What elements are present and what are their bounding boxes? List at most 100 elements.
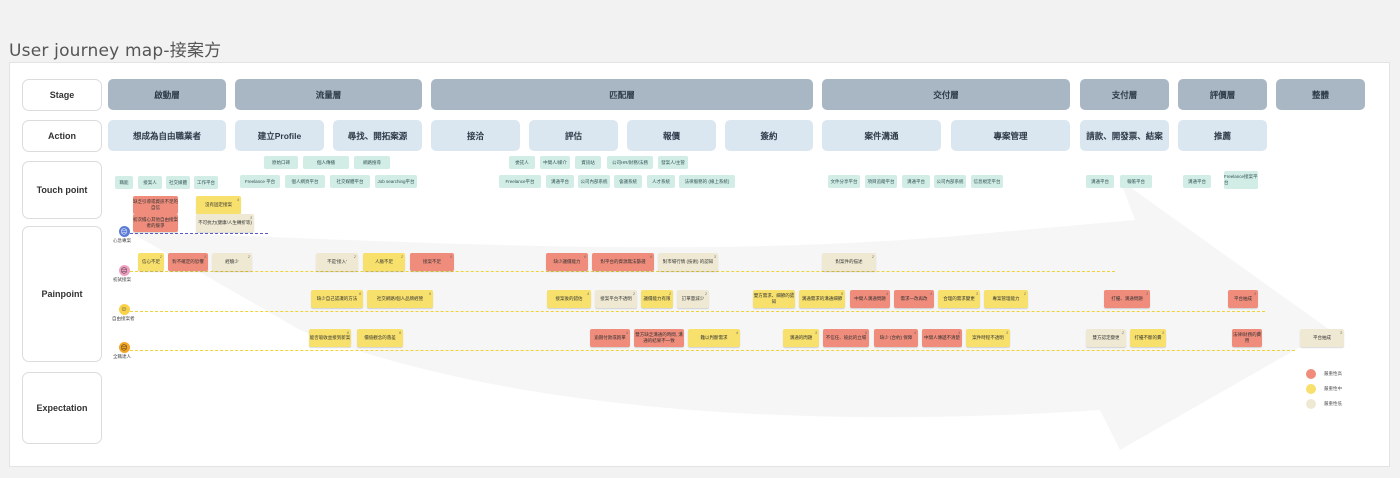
row-label-expectation: Expectation — [22, 372, 102, 444]
touchpoint: 報帳平台 — [1120, 175, 1152, 188]
action-evaluate: 評估 — [529, 120, 618, 151]
touchpoint: 職能 — [115, 176, 133, 189]
persona: ☹ 初試接案 — [113, 265, 132, 283]
persona-line — [130, 271, 1115, 272]
touchpoint: Freelance 平台 — [240, 175, 280, 188]
row-label-touchpoint: Touch point — [22, 161, 102, 219]
sticky-note: 缺少議價能力 6 — [546, 253, 588, 271]
touchpoint: 公司內部系統 — [578, 175, 610, 188]
stage-start: 啟動層 — [108, 79, 226, 110]
touchpoint: 發案人/主管 — [658, 156, 688, 169]
journey-arrow-background — [130, 180, 1330, 450]
touchpoint: 公司HR/財務/法務 — [607, 156, 653, 169]
touchpoint: 工作平台 — [194, 176, 218, 189]
stage-review: 評價層 — [1178, 79, 1267, 110]
stage-traffic: 流量層 — [235, 79, 422, 110]
touchpoint: 委託人 — [509, 156, 535, 169]
persona: ☹ 全職達人 — [113, 342, 132, 360]
sticky-note: 雙方缺乏溝通的時間, 溝通的結果不一致 4 — [634, 329, 684, 347]
sticky-note: 訂單量減少 2 — [677, 290, 709, 308]
sticky-note: 打擾、溝通問題 3 — [1104, 290, 1150, 308]
action-project-mgmt: 專案管理 — [951, 120, 1070, 151]
sticky-note: 難以判斷需求 4 — [688, 329, 740, 347]
stage-delivery: 交付層 — [822, 79, 1070, 110]
sticky-note: 對案件的描述 2 — [822, 253, 876, 271]
sticky-note: 平台抽成 3 — [1300, 329, 1344, 347]
sticky-note: 逾期付款或跑單 4 — [590, 329, 630, 347]
action-contact: 接洽 — [431, 120, 520, 151]
legend-dot — [1306, 384, 1316, 394]
sticky-note: 溝通需求的溝通細節 5 — [799, 290, 845, 308]
persona-line — [130, 350, 1295, 351]
touchpoint: Freelance接案平台 — [1224, 171, 1258, 189]
stage-payment: 支付層 — [1080, 79, 1169, 110]
sticky-note: 信心不足 2 — [138, 253, 164, 271]
touchpoint: Freelance平台 — [499, 175, 541, 188]
legend-dot — [1306, 369, 1316, 379]
touchpoint: 個人傳播 — [303, 156, 349, 169]
worried-face-icon: ☹ — [118, 226, 130, 237]
sticky-note: 能否吸收並接到新案 6 — [309, 329, 351, 347]
sticky-note: 人脈不足 2 — [363, 253, 405, 271]
sticky-note: 需求一改再改 4 — [894, 290, 934, 308]
action-communicate: 案件溝通 — [822, 120, 941, 151]
sticky-note: 價值觀念的落差 6 — [357, 329, 403, 347]
touchpoint: 文件分享平台 — [828, 175, 860, 188]
touchpoint: 溝通平台 — [902, 175, 930, 188]
persona: ☺ 自由接案者 — [112, 304, 135, 321]
legend-item: 嚴重性高 — [1306, 369, 1342, 379]
sticky-note: 法律/財務的費用 3 — [1232, 329, 1262, 347]
legend-item: 嚴重性中 — [1306, 384, 1342, 394]
action-invoice: 請款、開發票、結案 — [1080, 120, 1169, 151]
sticky-note: 沒有固定接案 4 — [196, 196, 241, 214]
sticky-note: 接案不足 5 — [410, 253, 454, 271]
action-quote: 報價 — [627, 120, 716, 151]
action-build-profile: 建立Profile — [235, 120, 324, 151]
row-label-action: Action — [22, 120, 102, 152]
action-become-freelancer: 想成為自由職業者 — [108, 120, 226, 151]
sticky-note: 議價能力有限 2 — [641, 290, 673, 308]
touchpoint: 人才系統 — [647, 175, 675, 188]
touchpoint: 社交媒體 — [166, 176, 190, 189]
sticky-note: 專案管理能力 2 — [984, 290, 1028, 308]
sticky-note: 對平台的資源無法篩選 6 — [592, 253, 654, 271]
legend-item: 嚴重性低 — [1306, 399, 1342, 409]
sticky-note: 缺乏引導或資訊不足的自信 5 — [133, 196, 178, 214]
touchpoint: 公司內部系統 — [934, 175, 966, 188]
scared-face-icon: ☹ — [118, 265, 130, 276]
sticky-note: 初次擔心其他自由接案者的競爭 3 — [133, 214, 178, 232]
sticky-note: 合理的需求變更 3 — [938, 290, 980, 308]
touchpoint: 溝通平台 — [1183, 175, 1211, 188]
sticky-note: 缺少 (合約) 保障 4 — [874, 329, 918, 347]
touchpoint: 接案人 — [138, 176, 162, 189]
sticky-note: 平台抽成 3 — [1228, 290, 1258, 308]
sticky-note: 缺少自己認識的方法 6 — [311, 290, 363, 308]
touchpoint: 原始口碑 — [264, 156, 298, 169]
sticky-note: 對市場行情 (技術) 的認知 3 — [658, 253, 718, 271]
stage-overall: 整體 — [1276, 79, 1365, 110]
legend-dot — [1306, 399, 1316, 409]
sticky-note: 中間人傳遞不清楚 4 — [922, 329, 962, 347]
sticky-note: 接案平台不透明 2 — [595, 290, 637, 308]
action-find-cases: 尋找、開拓案源 — [333, 120, 422, 151]
sticky-note: 對不確定的恐懼 3 — [168, 253, 208, 271]
sticky-note: 不信任、彼此的立場 5 — [823, 329, 869, 347]
touchpoint: 社交媒體平台 — [330, 175, 370, 188]
sticky-note: 雙方認定變更 2 — [1086, 329, 1126, 347]
persona-line — [130, 311, 1265, 312]
sticky-note: 社交網路/個人品牌經營 6 — [367, 290, 433, 308]
touchpoint: 個人網頁平台 — [285, 175, 325, 188]
touchpoint: 中間人/媒介 — [540, 156, 570, 169]
sticky-note: 案件時程不透明 3 — [966, 329, 1010, 347]
touchpoint: 會議系統 — [614, 175, 642, 188]
touchpoint: 資訊站 — [575, 156, 601, 169]
action-recommend: 推薦 — [1178, 120, 1267, 151]
sticky-note: 不是'接入' 2 — [316, 253, 358, 271]
stage-matching: 匹配層 — [431, 79, 813, 110]
touchpoint: 網路搜尋 — [354, 156, 390, 169]
touchpoint: 法律服務的 (線上系統) — [679, 175, 735, 188]
touchpoint: Job searching平台 — [375, 175, 417, 188]
sticky-note: 不可抗力(健康/人生轉折等) 3 — [196, 214, 254, 232]
row-label-stage: Stage — [22, 79, 102, 111]
sticky-note: 溝通的問題 3 — [783, 329, 819, 347]
